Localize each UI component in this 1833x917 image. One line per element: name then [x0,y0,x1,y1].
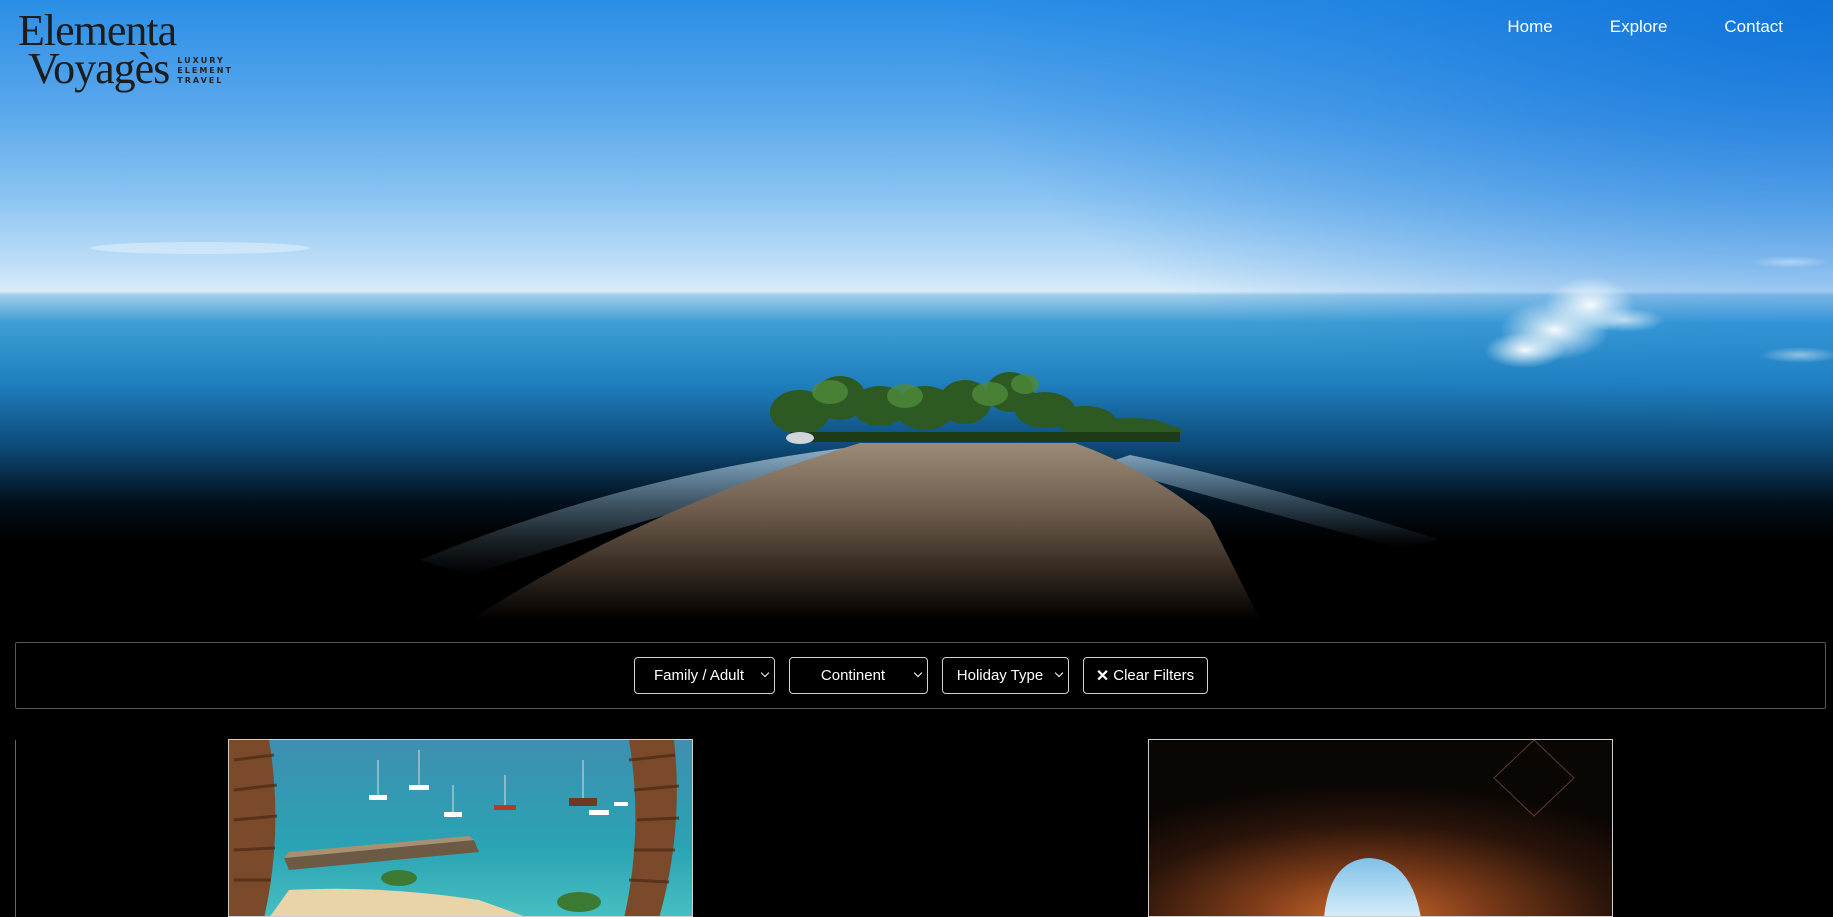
top-nav: Home Explore Contact [1450,17,1783,37]
filter-bar: Family / Adult Continent Holiday Type ✕ … [15,642,1826,709]
close-icon: ✕ [1095,667,1110,685]
audience-select-value: Family / Adult [653,667,745,684]
brand-tagline: LUXURY ELEMENT TRAVEL [177,56,233,86]
audience-select[interactable]: Family / Adult [633,657,775,694]
destination-card-image [229,740,692,916]
brand-logo[interactable]: Elementa Voyagès LUXURY ELEMENT TRAVEL [18,9,233,93]
continent-select[interactable]: Continent [788,657,928,694]
destination-card[interactable] [228,739,693,917]
destination-card[interactable] [1148,739,1613,917]
tagline-word: TRAVEL [177,76,224,85]
holiday-type-select-value: Holiday Type [956,667,1044,684]
tagline-word: ELEMENT [177,66,233,75]
chevron-down-icon [1054,668,1063,678]
tagline-word: LUXURY [177,56,225,65]
hero-banner [0,0,1833,620]
divider [15,740,16,917]
nav-explore-link[interactable]: Explore [1610,17,1668,37]
chevron-down-icon [913,668,922,678]
clear-filters-label: Clear Filters [1113,667,1195,684]
chevron-down-icon [760,668,769,678]
brand-name-line2: Voyagès [28,44,170,93]
continent-select-value: Continent [820,667,886,684]
destination-card-image [1149,740,1612,916]
nav-contact-link[interactable]: Contact [1724,17,1783,37]
clear-filters-button[interactable]: ✕ Clear Filters [1082,657,1208,694]
nav-home-link[interactable]: Home [1507,17,1552,37]
hero-image [90,242,1833,620]
holiday-type-select[interactable]: Holiday Type [941,657,1069,694]
